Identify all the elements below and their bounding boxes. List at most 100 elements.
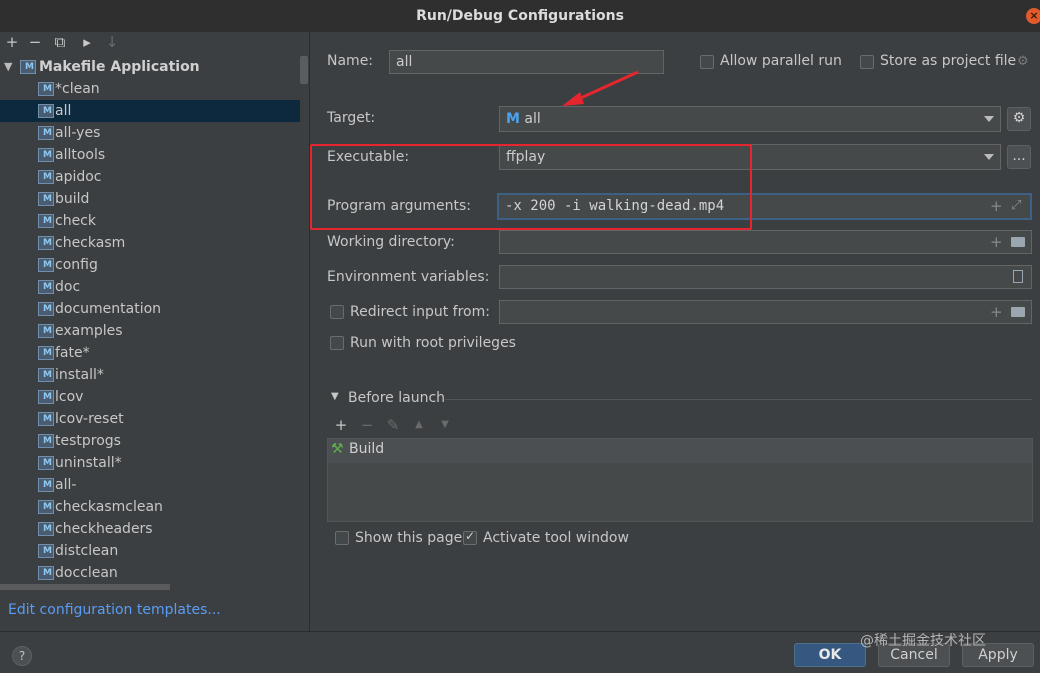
tree-item-label: apidoc bbox=[55, 169, 102, 185]
tree-item[interactable]: apidoc bbox=[0, 166, 300, 188]
tree-scrollbar[interactable] bbox=[300, 56, 308, 84]
allow-parallel-checkbox[interactable] bbox=[700, 55, 714, 69]
tree-item[interactable]: testprogs bbox=[0, 430, 300, 452]
show-page-checkbox[interactable] bbox=[335, 531, 349, 545]
tree-item[interactable]: lcov-reset bbox=[0, 408, 300, 430]
makefile-icon bbox=[38, 170, 54, 184]
makefile-icon bbox=[38, 544, 54, 558]
window-title: Run/Debug Configurations bbox=[416, 8, 624, 24]
tree-item-label: install* bbox=[55, 367, 104, 383]
close-button[interactable]: × bbox=[1026, 8, 1040, 24]
tree-group-makefile-application[interactable]: ▼ Makefile Application bbox=[0, 56, 300, 78]
target-settings-button[interactable]: ⚙ bbox=[1007, 107, 1031, 131]
tree-item-label: alltools bbox=[55, 147, 106, 163]
tree-group-label: Makefile Application bbox=[39, 59, 200, 75]
store-as-project-label: Store as project file bbox=[880, 53, 1017, 69]
tree-item-label: lcov bbox=[55, 389, 84, 405]
tree-item-label: docclean bbox=[55, 565, 118, 581]
add-icon[interactable]: + bbox=[333, 417, 349, 433]
tree-item[interactable]: checkasm bbox=[0, 232, 300, 254]
tree-item-label: build bbox=[55, 191, 90, 207]
tree-item[interactable]: doc bbox=[0, 276, 300, 298]
run-root-checkbox[interactable] bbox=[330, 336, 344, 350]
gear-icon[interactable]: ⚙ bbox=[1017, 54, 1029, 69]
insert-macro-icon[interactable]: + bbox=[990, 304, 1003, 320]
allow-parallel-label: Allow parallel run bbox=[720, 53, 842, 69]
sort-icon[interactable]: ↓ bbox=[104, 34, 120, 50]
chevron-down-icon[interactable]: ▼ bbox=[331, 391, 339, 402]
makefile-target-icon: M bbox=[506, 111, 520, 127]
tree-item-label: all- bbox=[55, 477, 77, 493]
insert-macro-icon[interactable]: + bbox=[990, 198, 1003, 214]
tree-item[interactable]: uninstall* bbox=[0, 452, 300, 474]
makefile-icon bbox=[38, 346, 54, 360]
move-down-icon[interactable]: ▼ bbox=[437, 417, 453, 433]
tree-item[interactable]: examples bbox=[0, 320, 300, 342]
tree-item[interactable]: build bbox=[0, 188, 300, 210]
chevron-down-icon[interactable]: ▼ bbox=[4, 56, 12, 78]
edit-env-icon[interactable] bbox=[1013, 270, 1023, 283]
folder-icon[interactable] bbox=[1011, 307, 1025, 317]
add-icon[interactable]: + bbox=[4, 34, 20, 50]
activate-tool-checkbox[interactable] bbox=[463, 529, 477, 545]
show-page-label: Show this page bbox=[355, 530, 463, 546]
tree-item[interactable]: lcov bbox=[0, 386, 300, 408]
before-launch-item[interactable]: ⚒ Build bbox=[328, 439, 1032, 463]
move-up-icon[interactable]: ▲ bbox=[411, 417, 427, 433]
makefile-icon bbox=[38, 236, 54, 250]
edit-icon[interactable]: ✎ bbox=[385, 417, 401, 433]
tree-item[interactable]: distclean bbox=[0, 540, 300, 562]
tree-item[interactable]: config bbox=[0, 254, 300, 276]
makefile-icon bbox=[38, 478, 54, 492]
config-tree: ▼ Makefile Application *clean all all-yes a… bbox=[0, 56, 300, 616]
expand-icon[interactable]: ⤢ bbox=[1011, 198, 1021, 213]
makefile-icon bbox=[38, 104, 54, 118]
makefile-icon bbox=[38, 500, 54, 514]
tree-item[interactable]: checkasmclean bbox=[0, 496, 300, 518]
tree-item[interactable]: *clean bbox=[0, 78, 300, 100]
store-as-project-checkbox[interactable] bbox=[860, 55, 874, 69]
ok-button[interactable]: OK bbox=[794, 643, 866, 667]
tree-item-label: check bbox=[55, 213, 96, 229]
redirect-input-field[interactable] bbox=[499, 300, 1032, 324]
tree-item-label: testprogs bbox=[55, 433, 121, 449]
tree-item-label: distclean bbox=[55, 543, 119, 559]
target-label: Target: bbox=[327, 110, 376, 126]
copy-icon[interactable]: ⧉ bbox=[52, 34, 68, 50]
move-to-folder-icon[interactable]: ▸ bbox=[79, 34, 95, 50]
remove-icon[interactable]: − bbox=[359, 417, 375, 433]
target-dropdown[interactable]: M all bbox=[499, 106, 1001, 132]
tree-item[interactable]: install* bbox=[0, 364, 300, 386]
before-launch-item-label: Build bbox=[349, 441, 385, 457]
tree-item[interactable]: all- bbox=[0, 474, 300, 496]
tree-item[interactable]: all bbox=[0, 100, 300, 122]
tree-item-label: examples bbox=[55, 323, 123, 339]
working-dir-field[interactable] bbox=[499, 230, 1032, 254]
redirect-input-checkbox[interactable] bbox=[330, 305, 344, 319]
tree-item-label: lcov-reset bbox=[55, 411, 124, 427]
edit-templates-link[interactable]: Edit configuration templates... bbox=[8, 602, 221, 618]
run-root-label: Run with root privileges bbox=[350, 335, 516, 351]
makefile-icon bbox=[38, 434, 54, 448]
help-button[interactable]: ? bbox=[12, 646, 32, 666]
executable-browse-button[interactable]: ... bbox=[1007, 145, 1031, 169]
tree-toolbar: + − ⧉ ▸ ↓ bbox=[0, 32, 310, 54]
makefile-icon bbox=[38, 566, 54, 580]
insert-macro-icon[interactable]: + bbox=[990, 234, 1003, 250]
tree-item[interactable]: checkheaders bbox=[0, 518, 300, 540]
env-vars-field[interactable] bbox=[499, 265, 1032, 289]
tree-item[interactable]: docclean bbox=[0, 562, 300, 584]
tree-item[interactable]: check bbox=[0, 210, 300, 232]
tree-item[interactable]: documentation bbox=[0, 298, 300, 320]
tree-item[interactable]: alltools bbox=[0, 144, 300, 166]
makefile-icon bbox=[38, 148, 54, 162]
tree-item[interactable]: all-yes bbox=[0, 122, 300, 144]
tree-item-label: checkasm bbox=[55, 235, 126, 251]
tree-item-label: checkasmclean bbox=[55, 499, 163, 515]
folder-icon[interactable] bbox=[1011, 237, 1025, 247]
makefile-icon bbox=[38, 302, 54, 316]
watermark: @稀土掘金技术社区 bbox=[860, 633, 986, 649]
remove-icon[interactable]: − bbox=[27, 34, 43, 50]
tree-item[interactable]: fate* bbox=[0, 342, 300, 364]
tree-horizontal-scrollbar[interactable] bbox=[0, 584, 170, 590]
